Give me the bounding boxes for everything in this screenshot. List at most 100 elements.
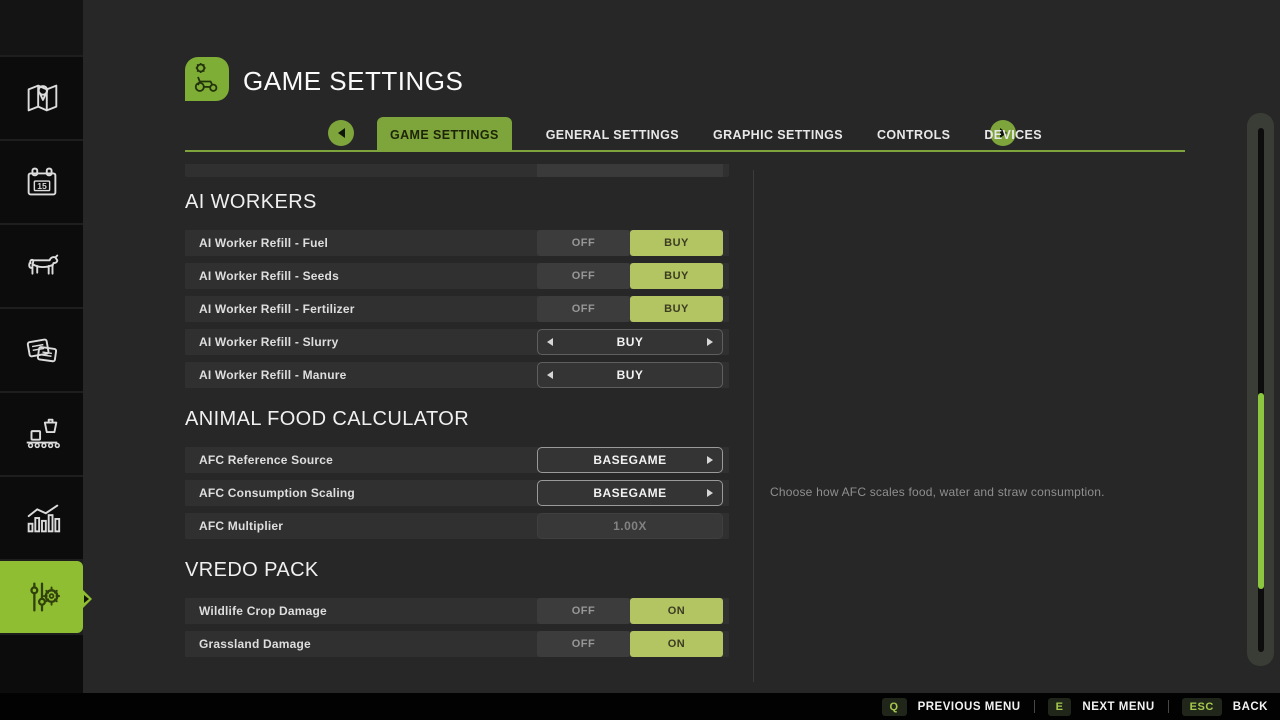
footer-separator (1168, 700, 1169, 713)
selector-value[interactable]: BASEGAME (537, 480, 723, 506)
toggle-option-buy-selected[interactable]: BUY (630, 263, 723, 289)
statistics-icon (21, 497, 63, 539)
setting-row-ai-refill-fertilizer: AI Worker Refill - Fertilizer OFF BUY (185, 296, 729, 322)
sidebar-item-statistics[interactable] (0, 477, 83, 559)
toggle-option-buy-selected[interactable]: BUY (630, 296, 723, 322)
selector-next-icon[interactable] (707, 489, 713, 497)
help-text: Choose how AFC scales food, water and st… (770, 485, 1200, 499)
option-selector: BUY (537, 329, 723, 355)
scrollbar-thumb[interactable] (1258, 393, 1264, 589)
contracts-newspaper-icon (21, 329, 63, 371)
toggle-off-buy: OFF BUY (537, 263, 723, 289)
disabled-value: 1.00X (537, 513, 723, 539)
setting-row-wildlife-crop-damage: Wildlife Crop Damage OFF ON (185, 598, 729, 624)
setting-row-ai-refill-seeds: AI Worker Refill - Seeds OFF BUY (185, 263, 729, 289)
toggle-option-off[interactable]: OFF (537, 631, 630, 657)
toggle-off-buy: OFF BUY (537, 296, 723, 322)
sidebar-item-map[interactable] (0, 57, 83, 139)
toggle-option-off[interactable]: OFF (537, 230, 630, 256)
section-title-ai-workers: AI WORKERS (185, 191, 729, 213)
keycap-esc: ESC (1182, 698, 1222, 716)
scrolled-row-partial (185, 164, 729, 177)
tab-controls[interactable]: CONTROLS (877, 128, 950, 142)
selector-current-value: BASEGAME (593, 486, 666, 500)
setting-label: AI Worker Refill - Fertilizer (185, 302, 355, 316)
selector-prev-icon[interactable] (547, 371, 553, 379)
sidebar-item-contracts[interactable] (0, 309, 83, 391)
setting-row-ai-refill-fuel: AI Worker Refill - Fuel OFF BUY (185, 230, 729, 256)
settings-list: AI WORKERS AI Worker Refill - Fuel OFF B… (185, 160, 729, 664)
active-item-pointer-arrow-icon (84, 595, 89, 603)
help-panel-divider (753, 170, 754, 682)
tab-general-settings[interactable]: GENERAL SETTINGS (546, 128, 679, 142)
setting-label: AFC Consumption Scaling (185, 486, 355, 500)
sidebar-item-calendar[interactable]: 15 (0, 141, 83, 223)
tabs-scroll-left-button[interactable] (328, 120, 354, 146)
setting-row-afc-consumption-scaling: AFC Consumption Scaling BASEGAME (185, 480, 729, 506)
sidebar-item-settings[interactable] (0, 561, 83, 633)
section-title-vredo-pack: VREDO PACK (185, 559, 729, 581)
tab-game-settings[interactable]: GAME SETTINGS (377, 117, 512, 152)
sidebar-item-animals[interactable] (0, 225, 83, 307)
section-title-animal-food-calculator: ANIMAL FOOD CALCULATOR (185, 408, 729, 430)
selector-current-value: BUY (617, 368, 644, 382)
map-icon (21, 77, 63, 119)
page-title: GAME SETTINGS (243, 66, 463, 97)
footer-separator (1034, 700, 1035, 713)
readonly-value: 1.00X (537, 513, 723, 539)
scrolled-row-control (537, 164, 723, 177)
option-selector: BUY (537, 362, 723, 388)
shortcut-next-menu[interactable]: E NEXT MENU (1048, 698, 1155, 716)
toggle-option-on-selected[interactable]: ON (630, 598, 723, 624)
setting-row-ai-refill-slurry: AI Worker Refill - Slurry BUY (185, 329, 729, 355)
setting-label: Grassland Damage (185, 637, 311, 651)
setting-label: AI Worker Refill - Fuel (185, 236, 328, 250)
selector-current-value: BUY (617, 335, 644, 349)
selector-prev-icon[interactable] (547, 338, 553, 346)
chevron-left-icon (338, 128, 345, 138)
setting-label: AI Worker Refill - Seeds (185, 269, 339, 283)
setting-label: AFC Reference Source (185, 453, 333, 467)
selector-value[interactable]: BASEGAME (537, 447, 723, 473)
sidebar-slot-empty (0, 0, 83, 55)
tractor-gear-icon (189, 59, 225, 100)
sidebar-slot-empty-bottom (0, 635, 83, 693)
sidebar: 15 (0, 0, 83, 693)
option-selector: BASEGAME (537, 480, 723, 506)
toggle-option-off[interactable]: OFF (537, 598, 630, 624)
selector-value[interactable]: BUY (537, 362, 723, 388)
game-settings-app-icon (185, 57, 229, 101)
production-icon (21, 413, 63, 455)
toggle-option-off[interactable]: OFF (537, 263, 630, 289)
setting-label: AFC Multiplier (185, 519, 283, 533)
shortcut-label: BACK (1233, 701, 1268, 713)
toggle-option-on-selected[interactable]: ON (630, 631, 723, 657)
keycap-q: Q (882, 698, 907, 716)
toggle-off-on: OFF ON (537, 631, 723, 657)
selector-value[interactable]: BUY (537, 329, 723, 355)
animals-cow-icon (21, 245, 63, 287)
selector-current-value: BASEGAME (593, 453, 666, 467)
selector-next-icon[interactable] (707, 338, 713, 346)
tab-bar: GAME SETTINGS GENERAL SETTINGS GRAPHIC S… (377, 117, 1042, 152)
tab-graphic-settings[interactable]: GRAPHIC SETTINGS (713, 128, 843, 142)
toggle-off-on: OFF ON (537, 598, 723, 624)
setting-row-afc-reference-source: AFC Reference Source BASEGAME (185, 447, 729, 473)
setting-label: AI Worker Refill - Slurry (185, 335, 338, 349)
shortcut-label: NEXT MENU (1082, 701, 1154, 713)
toggle-option-off[interactable]: OFF (537, 296, 630, 322)
shortcut-back[interactable]: ESC BACK (1182, 698, 1268, 716)
toggle-off-buy: OFF BUY (537, 230, 723, 256)
calendar-icon: 15 (21, 161, 63, 203)
game-settings-screen: 15 (0, 0, 1280, 720)
selector-next-icon[interactable] (707, 456, 713, 464)
keycap-e: E (1048, 698, 1072, 716)
shortcut-label: PREVIOUS MENU (918, 701, 1021, 713)
tab-devices[interactable]: DEVICES (984, 128, 1042, 142)
shortcut-previous-menu[interactable]: Q PREVIOUS MENU (882, 698, 1021, 716)
setting-row-grassland-damage: Grassland Damage OFF ON (185, 631, 729, 657)
calendar-day-label: 15 (37, 181, 47, 191)
setting-row-ai-refill-manure: BUY AI Worker Refill - Manure (185, 362, 729, 388)
toggle-option-buy-selected[interactable]: BUY (630, 230, 723, 256)
sidebar-item-production[interactable] (0, 393, 83, 475)
